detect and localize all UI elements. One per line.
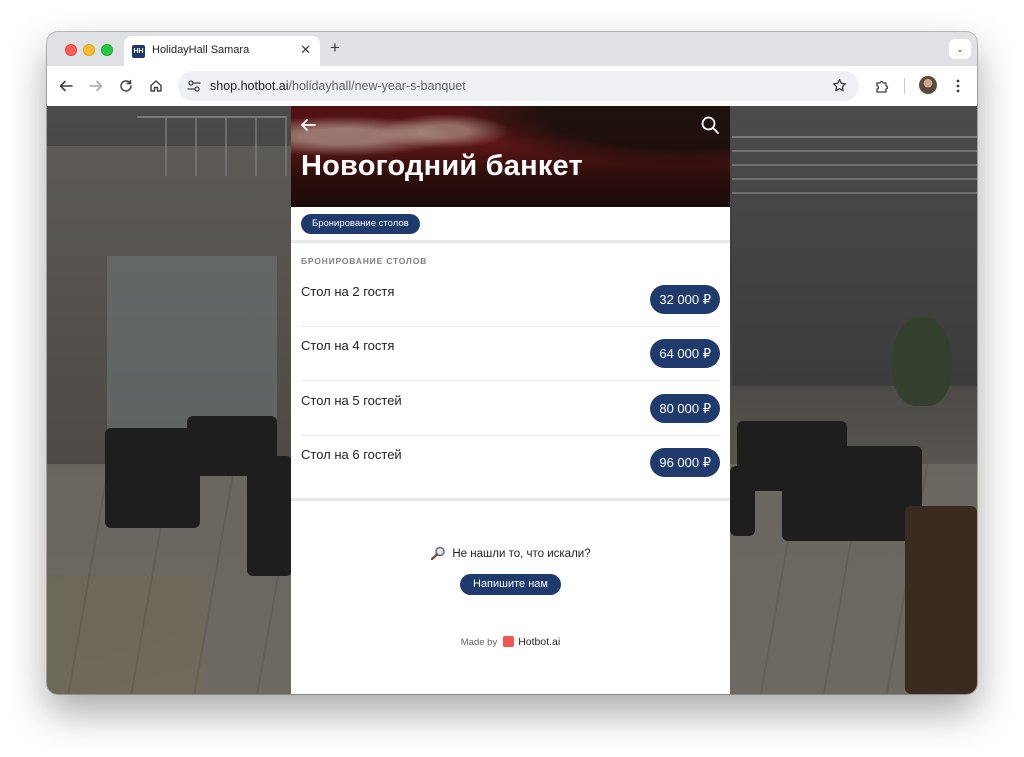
tab-title: HolidayHall Samara bbox=[152, 44, 250, 56]
made-by-footer: Made by Hotbot.ai bbox=[291, 636, 730, 648]
brand-link[interactable]: Hotbot.ai bbox=[518, 636, 560, 648]
price-button[interactable]: 96 000 ₽ bbox=[650, 448, 720, 477]
list-item[interactable]: Стол на 5 гостей 80 000 ₽ bbox=[301, 382, 720, 436]
tab-search-chevron-icon[interactable]: ⌄ bbox=[949, 39, 971, 59]
browser-toolbar: shop.hotbot.ai/holidayhall/new-year-s-ba… bbox=[47, 66, 977, 106]
back-arrow-icon[interactable] bbox=[56, 76, 76, 96]
home-icon[interactable] bbox=[146, 76, 166, 96]
browser-window: HH HolidayHall Samara ✕ + ⌄ shop.hotbot.… bbox=[47, 32, 977, 694]
list-item[interactable]: Стол на 4 гостя 64 000 ₽ bbox=[301, 327, 720, 381]
not-found-prompt: Не нашли то, что искали? bbox=[291, 546, 730, 561]
list-item[interactable]: Стол на 6 гостей 96 000 ₽ bbox=[301, 436, 720, 490]
price-button[interactable]: 64 000 ₽ bbox=[650, 339, 720, 368]
list-item[interactable]: Стол на 2 гостя 32 000 ₽ bbox=[301, 273, 720, 327]
close-window-button[interactable] bbox=[65, 44, 77, 56]
site-info-icon[interactable] bbox=[187, 79, 201, 98]
shop-panel: Новогодний банкет Бронирование столов БР… bbox=[291, 106, 730, 694]
price-button[interactable]: 32 000 ₽ bbox=[650, 285, 720, 314]
extensions-puzzle-icon[interactable] bbox=[872, 76, 892, 96]
hotbot-logo-icon bbox=[503, 636, 515, 647]
category-chips: Бронирование столов bbox=[291, 207, 730, 243]
tab-strip: HH HolidayHall Samara ✕ + ⌄ bbox=[47, 32, 977, 66]
url-host: shop.hotbot.ai bbox=[210, 79, 289, 93]
tab-favicon-icon: HH bbox=[132, 45, 145, 58]
item-title: Стол на 5 гостей bbox=[301, 393, 402, 408]
new-tab-icon[interactable]: + bbox=[330, 39, 340, 57]
item-title: Стол на 6 гостей bbox=[301, 447, 402, 462]
maximize-window-button[interactable] bbox=[101, 44, 113, 56]
page-viewport: Новогодний банкет Бронирование столов БР… bbox=[47, 106, 977, 694]
page-title: Новогодний банкет bbox=[301, 150, 583, 182]
toolbar-divider bbox=[904, 78, 905, 94]
made-by-text: Made by bbox=[460, 637, 498, 648]
magnifier-icon bbox=[430, 546, 446, 561]
price-button[interactable]: 80 000 ₽ bbox=[650, 394, 720, 423]
chip-table-booking[interactable]: Бронирование столов bbox=[301, 214, 420, 234]
item-title: Стол на 4 гостя bbox=[301, 338, 395, 353]
back-arrow-icon[interactable] bbox=[299, 116, 317, 139]
url-text: shop.hotbot.ai/holidayhall/new-year-s-ba… bbox=[210, 79, 466, 93]
profile-avatar[interactable] bbox=[919, 76, 937, 94]
search-icon[interactable] bbox=[700, 115, 720, 140]
item-title: Стол на 2 гостя bbox=[301, 284, 395, 299]
minimize-window-button[interactable] bbox=[83, 44, 95, 56]
footer-divider bbox=[291, 498, 730, 501]
forward-arrow-icon[interactable] bbox=[86, 76, 106, 96]
tab-close-icon[interactable]: ✕ bbox=[300, 43, 311, 57]
not-found-text: Не нашли то, что искали? bbox=[452, 548, 591, 560]
address-bar[interactable]: shop.hotbot.ai/holidayhall/new-year-s-ba… bbox=[178, 71, 859, 101]
browser-tab[interactable]: HH HolidayHall Samara ✕ bbox=[124, 36, 320, 66]
contact-us-button[interactable]: Напишите нам bbox=[460, 574, 561, 595]
url-path: /holidayhall/new-year-s-banquet bbox=[288, 79, 466, 93]
reload-icon[interactable] bbox=[116, 76, 136, 96]
hero-banner: Новогодний банкет bbox=[291, 106, 730, 207]
more-menu-icon[interactable] bbox=[948, 76, 968, 96]
bookmark-star-icon[interactable] bbox=[832, 78, 847, 98]
section-title: БРОНИРОВАНИЕ СТОЛОВ bbox=[301, 256, 428, 266]
